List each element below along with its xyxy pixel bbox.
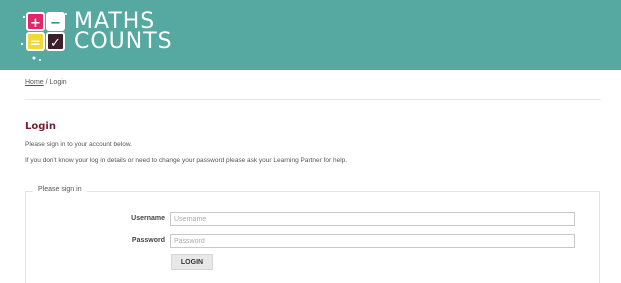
site-header: + − = ✓ MATHS COUNTS — [0, 0, 621, 70]
divider — [25, 99, 601, 100]
logo-line-2: COUNTS — [74, 29, 173, 54]
password-label: Password — [131, 237, 165, 244]
username-label: Username — [131, 215, 165, 222]
username-input[interactable] — [170, 212, 575, 226]
intro-text-1: Please sign in to your account below. — [25, 141, 132, 148]
breadcrumb-current: Login — [49, 79, 67, 86]
breadcrumb: Home / Login — [25, 79, 67, 86]
password-input[interactable] — [170, 234, 575, 248]
intro-text-2: If you don't know your log in details or… — [25, 157, 348, 164]
logo-wordmark: MATHS COUNTS — [74, 11, 204, 54]
page-title: Login — [25, 121, 56, 132]
sign-in-legend: Please sign in — [33, 186, 87, 193]
maths-counts-logo[interactable]: + − = ✓ MATHS COUNTS — [18, 8, 208, 62]
breadcrumb-home-link[interactable]: Home — [25, 79, 44, 86]
logo-dots-icon — [20, 13, 67, 61]
login-button[interactable]: LOGIN — [171, 254, 213, 270]
